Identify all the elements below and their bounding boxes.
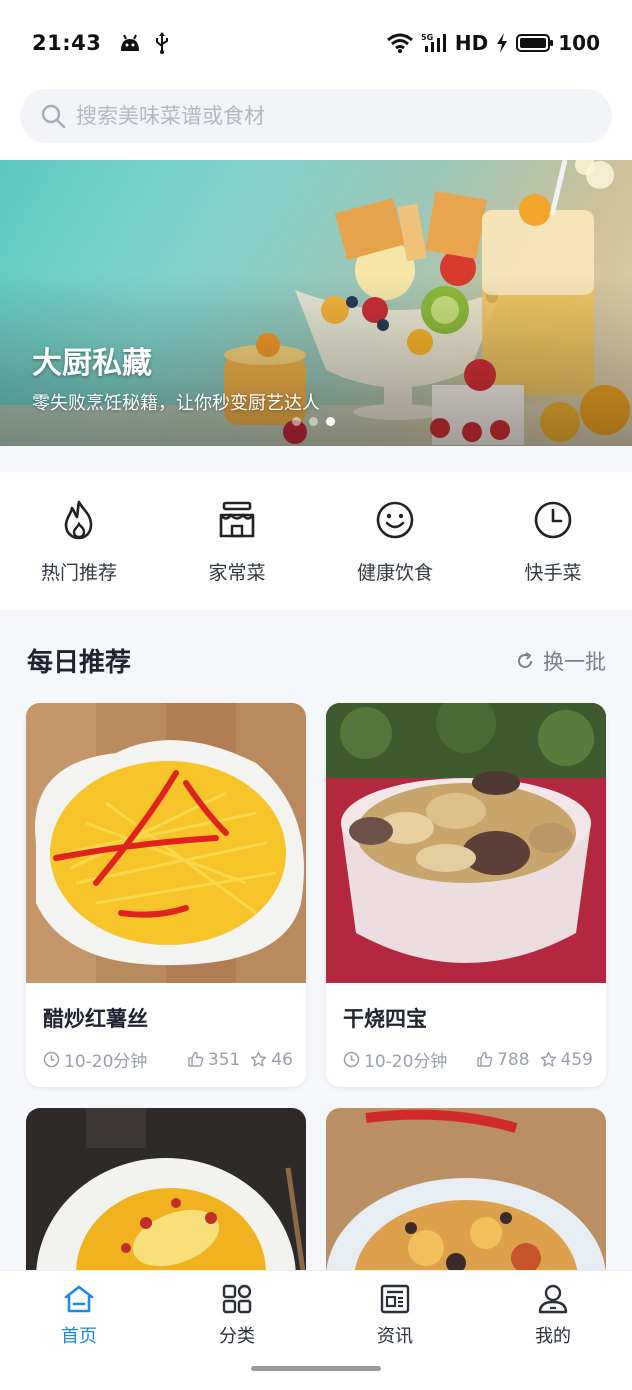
search-icon (41, 104, 66, 129)
clock-icon (43, 1051, 60, 1068)
like-value: 788 (497, 1049, 530, 1070)
user-icon (538, 1284, 568, 1314)
news-icon (380, 1284, 410, 1314)
nav-category[interactable]: 分类 (158, 1271, 316, 1390)
search-input[interactable] (76, 104, 556, 128)
flame-icon (64, 500, 93, 540)
carousel-dot[interactable] (292, 417, 301, 426)
nav-news[interactable]: 资讯 (316, 1271, 474, 1390)
category-label: 热门推荐 (40, 562, 117, 584)
favorite-value: 459 (560, 1049, 593, 1070)
carousel-indicator (292, 417, 335, 426)
category-home-cooking[interactable]: 家常菜 (158, 472, 316, 610)
category-healthy[interactable]: 健康饮食 (316, 472, 474, 610)
recipe-meta: 10-20分钟 351 46 (43, 1047, 293, 1072)
like-count[interactable]: 351 (187, 1050, 240, 1070)
recipe-image (326, 1108, 606, 1270)
category-quick[interactable]: 快手菜 (474, 472, 632, 610)
carousel-dot-active[interactable] (326, 417, 335, 426)
like-value: 351 (207, 1049, 241, 1070)
charging-icon (497, 33, 508, 53)
recipe-card[interactable]: 干烧四宝 10-20分钟 788 459 (326, 703, 606, 1087)
banner-title: 大厨私藏 (32, 346, 152, 381)
favorite-count[interactable]: 459 (540, 1050, 593, 1070)
recipe-image (326, 703, 606, 983)
recipe-card[interactable]: 醋炒红薯丝 10-20分钟 351 46 (26, 703, 306, 1087)
recipe-image (26, 1108, 306, 1270)
grid-icon (222, 1284, 252, 1314)
shop-icon (219, 501, 255, 538)
category-label: 快手菜 (524, 562, 582, 584)
refresh-icon (518, 652, 532, 668)
home-indicator[interactable] (251, 1366, 381, 1371)
smile-icon (376, 501, 414, 539)
recipe-card-partial[interactable] (326, 1108, 606, 1270)
clock-icon (534, 501, 572, 539)
cook-time: 10-20分钟 (43, 1047, 147, 1072)
star-icon (540, 1051, 556, 1067)
nav-label: 分类 (219, 1326, 255, 1347)
android-icon (121, 34, 140, 51)
carousel-dot[interactable] (309, 417, 318, 426)
status-time: 21:43 (32, 31, 102, 55)
battery-icon (516, 34, 554, 52)
cook-time-value: 10-20分钟 (64, 1052, 148, 1072)
daily-recommend-section: 每日推荐 换一批 醋炒红薯丝 10-20分钟 351 46 干烧四宝 10-20… (0, 610, 632, 1270)
refresh-button[interactable]: 换一批 (515, 646, 606, 676)
recipe-name: 醋炒红薯丝 (43, 1007, 148, 1031)
like-count[interactable]: 788 (476, 1049, 530, 1070)
banner-subtitle: 零失败烹饪秘籍，让你秒变厨艺达人 (32, 393, 320, 414)
section-divider (0, 446, 632, 472)
battery-level: 100 (558, 31, 600, 55)
wifi-icon (386, 33, 413, 53)
bottom-nav: 首页 分类 资讯 我的 (0, 1270, 632, 1390)
category-label: 健康饮食 (356, 562, 433, 584)
nav-profile[interactable]: 我的 (474, 1271, 632, 1390)
usb-icon (156, 32, 169, 54)
cook-time: 10-20分钟 (343, 1047, 447, 1072)
hd-indicator: HD (454, 31, 489, 55)
thumbs-up-icon (477, 1051, 493, 1067)
clock-icon (343, 1051, 360, 1068)
recipe-meta: 10-20分钟 788 459 (343, 1047, 593, 1072)
recipe-card-partial[interactable] (26, 1108, 306, 1270)
favorite-value: 46 (271, 1049, 293, 1070)
search-bar[interactable] (20, 89, 612, 143)
category-label: 家常菜 (208, 562, 266, 584)
nav-label: 我的 (535, 1326, 571, 1347)
nav-label: 首页 (61, 1326, 97, 1347)
recipe-image (26, 703, 306, 983)
category-shortcuts: 热门推荐 家常菜 健康饮食 快手菜 (0, 472, 632, 610)
cook-time-value: 10-20分钟 (364, 1052, 448, 1072)
status-bar: 21:43 5G HD 100 (0, 0, 632, 86)
favorite-count[interactable]: 46 (250, 1050, 293, 1070)
refresh-label: 换一批 (543, 650, 606, 674)
recipe-name: 干烧四宝 (343, 1007, 427, 1031)
thumbs-up-icon (188, 1051, 204, 1067)
home-icon (64, 1285, 94, 1313)
star-icon (251, 1051, 267, 1067)
nav-label: 资讯 (377, 1326, 413, 1347)
category-hot[interactable]: 热门推荐 (0, 472, 158, 610)
nav-home[interactable]: 首页 (0, 1271, 158, 1390)
section-title: 每日推荐 (27, 648, 132, 678)
signal-icon: 5G (421, 33, 446, 52)
svg-text:5G: 5G (421, 33, 433, 42)
